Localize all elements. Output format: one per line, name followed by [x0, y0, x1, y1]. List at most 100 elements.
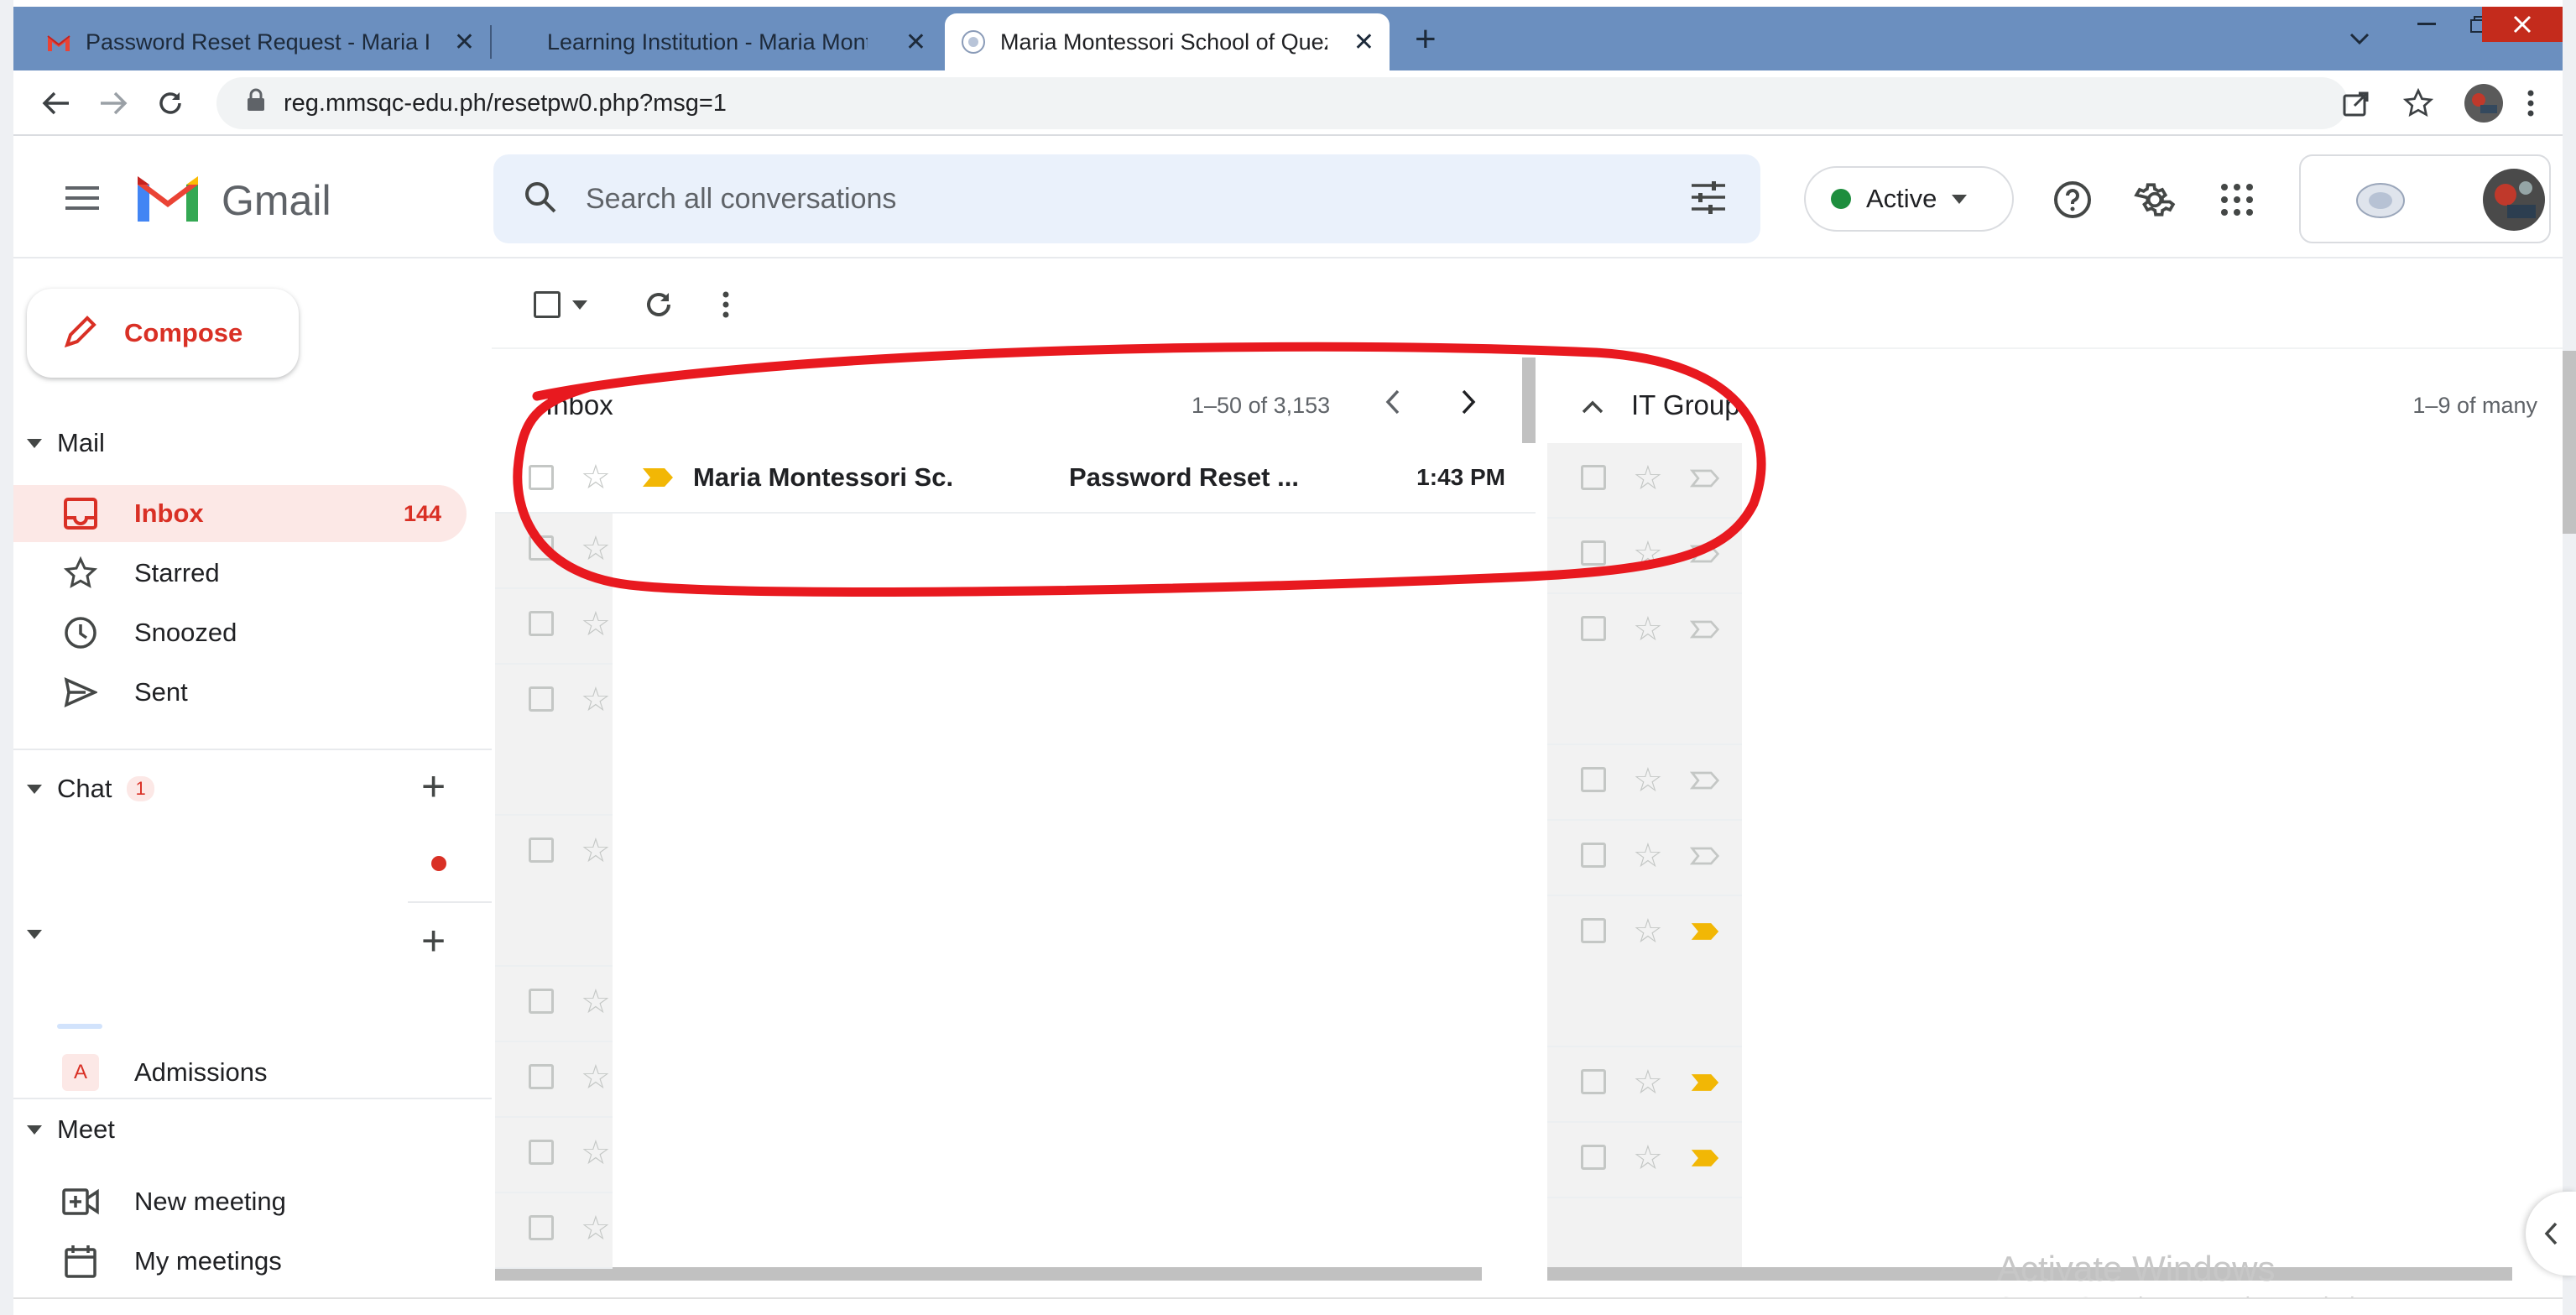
star-toggle-icon[interactable]: ☆: [1633, 764, 1663, 797]
account-switcher[interactable]: [2299, 154, 2551, 243]
tab-search-chevron-icon[interactable]: [2334, 13, 2385, 64]
email-row[interactable]: ☆: [1547, 821, 1742, 896]
row-checkbox[interactable]: [529, 611, 554, 636]
important-marker-icon[interactable]: [1689, 846, 1723, 868]
prev-page-icon[interactable]: [1384, 389, 1401, 422]
row-checkbox[interactable]: [1581, 767, 1606, 792]
star-toggle-icon[interactable]: ☆: [581, 1136, 611, 1170]
row-checkbox[interactable]: [1581, 1069, 1606, 1094]
email-row[interactable]: ☆ Maria Montessori Sc. Password Reset ..…: [495, 443, 1536, 514]
sidebar-item-sent[interactable]: Sent: [13, 664, 467, 721]
sidebar-item-snoozed[interactable]: Snoozed: [13, 604, 467, 661]
search-options-icon[interactable]: [1690, 180, 1727, 218]
star-toggle-icon[interactable]: ☆: [1633, 537, 1663, 571]
star-toggle-icon[interactable]: ☆: [581, 608, 611, 641]
important-marker-icon[interactable]: [1689, 770, 1723, 792]
email-row[interactable]: ☆: [495, 1118, 613, 1193]
row-checkbox[interactable]: [1581, 918, 1606, 943]
window-close-icon[interactable]: [2482, 7, 2563, 42]
star-toggle-icon[interactable]: ☆: [581, 985, 611, 1019]
new-chat-plus-icon[interactable]: +: [421, 762, 446, 811]
tab-learning-institution[interactable]: Learning Institution - Maria Mont ✕: [508, 13, 941, 70]
star-toggle-icon[interactable]: ☆: [581, 683, 611, 717]
chat-section-header[interactable]: Chat 1: [27, 774, 154, 804]
star-toggle-icon[interactable]: ☆: [581, 1212, 611, 1245]
spaces-section-header[interactable]: [27, 930, 42, 939]
important-marker-icon[interactable]: [1689, 619, 1723, 641]
help-icon[interactable]: [2047, 175, 2098, 225]
important-marker-icon[interactable]: [1690, 921, 1723, 943]
back-arrow-icon[interactable]: [34, 81, 79, 126]
star-toggle-icon[interactable]: ☆: [1633, 915, 1663, 948]
minimize-icon[interactable]: [2401, 7, 2452, 42]
browser-menu-icon[interactable]: [2514, 79, 2547, 128]
email-row[interactable]: ☆: [1547, 745, 1742, 821]
important-marker-icon[interactable]: [1689, 544, 1723, 566]
share-icon[interactable]: [2331, 79, 2381, 128]
apps-grid-icon[interactable]: [2212, 175, 2262, 225]
search-bar[interactable]: Search all conversations: [493, 154, 1760, 243]
email-row[interactable]: ☆: [495, 514, 613, 589]
account-avatar[interactable]: [2482, 168, 2546, 236]
star-toggle-icon[interactable]: ☆: [581, 461, 611, 494]
row-checkbox[interactable]: [529, 1215, 554, 1240]
compose-button[interactable]: Compose: [27, 289, 299, 378]
row-checkbox[interactable]: [529, 465, 554, 490]
gmail-logo[interactable]: Gmail: [134, 173, 331, 227]
row-checkbox[interactable]: [529, 1140, 554, 1165]
row-checkbox[interactable]: [529, 838, 554, 863]
new-tab-button[interactable]: +: [1415, 18, 1437, 60]
new-space-plus-icon[interactable]: +: [421, 916, 446, 965]
email-row[interactable]: ☆: [495, 1042, 613, 1118]
bookmark-star-icon[interactable]: [2393, 79, 2443, 128]
search-input[interactable]: Search all conversations: [586, 183, 1690, 216]
email-row[interactable]: ☆: [1547, 519, 1742, 594]
search-icon[interactable]: [524, 180, 557, 218]
sidebar-item-my-meetings[interactable]: My meetings: [13, 1233, 467, 1290]
email-row[interactable]: ☆: [495, 589, 613, 665]
sidebar-item-starred[interactable]: Starred: [13, 545, 467, 602]
row-checkbox[interactable]: [1581, 843, 1606, 868]
close-tab-icon[interactable]: ✕: [905, 28, 926, 57]
address-bar[interactable]: reg.mmsqc-edu.ph/resetpw0.php?msg=1: [216, 77, 2348, 129]
important-marker-icon[interactable]: [1690, 1072, 1723, 1094]
settings-gear-icon[interactable]: [2130, 175, 2180, 225]
star-toggle-icon[interactable]: ☆: [1633, 1066, 1663, 1099]
important-marker-icon[interactable]: [1690, 1148, 1723, 1170]
star-toggle-icon[interactable]: ☆: [1633, 839, 1663, 873]
main-menu-icon[interactable]: [55, 171, 109, 225]
email-row[interactable]: ☆: [1547, 1123, 1742, 1198]
email-row[interactable]: ☆: [1547, 896, 1742, 1047]
more-options-icon[interactable]: [713, 284, 738, 326]
star-toggle-icon[interactable]: ☆: [581, 1061, 611, 1094]
tab-maria-montessori-active[interactable]: Maria Montessori School of Quez ✕: [945, 13, 1390, 70]
collapse-pane-icon[interactable]: [1581, 389, 1604, 421]
close-tab-icon[interactable]: ✕: [1353, 28, 1374, 57]
star-toggle-icon[interactable]: ☆: [1633, 1141, 1663, 1175]
email-row[interactable]: ☆: [495, 665, 613, 816]
horizontal-scrollbar[interactable]: [495, 1267, 1482, 1281]
row-checkbox[interactable]: [529, 1064, 554, 1089]
email-row[interactable]: ☆: [495, 816, 613, 967]
email-row[interactable]: ☆: [495, 1193, 613, 1269]
sidebar-item-admissions[interactable]: A Admissions: [13, 1047, 467, 1098]
reload-icon[interactable]: [148, 81, 193, 126]
row-checkbox[interactable]: [1581, 465, 1606, 490]
email-row[interactable]: ☆: [495, 967, 613, 1042]
row-checkbox[interactable]: [1581, 1145, 1606, 1170]
email-row[interactable]: ☆: [1547, 443, 1742, 519]
row-checkbox[interactable]: [1581, 616, 1606, 641]
refresh-icon[interactable]: [638, 284, 680, 326]
star-toggle-icon[interactable]: ☆: [581, 834, 611, 868]
important-marker-icon[interactable]: [1689, 468, 1723, 490]
sidebar-item-new-meeting[interactable]: New meeting: [13, 1173, 467, 1230]
row-checkbox[interactable]: [1581, 540, 1606, 566]
sidebar-item-inbox[interactable]: Inbox 144: [13, 485, 467, 542]
star-toggle-icon[interactable]: ☆: [581, 532, 611, 566]
status-selector[interactable]: Active: [1804, 166, 2014, 232]
row-checkbox[interactable]: [529, 686, 554, 712]
mail-section-header[interactable]: Mail: [27, 428, 105, 458]
tab-password-reset[interactable]: Password Reset Request - Maria I ✕: [30, 13, 490, 70]
select-all-checkbox[interactable]: [525, 284, 596, 326]
forward-arrow-icon[interactable]: [91, 81, 136, 126]
